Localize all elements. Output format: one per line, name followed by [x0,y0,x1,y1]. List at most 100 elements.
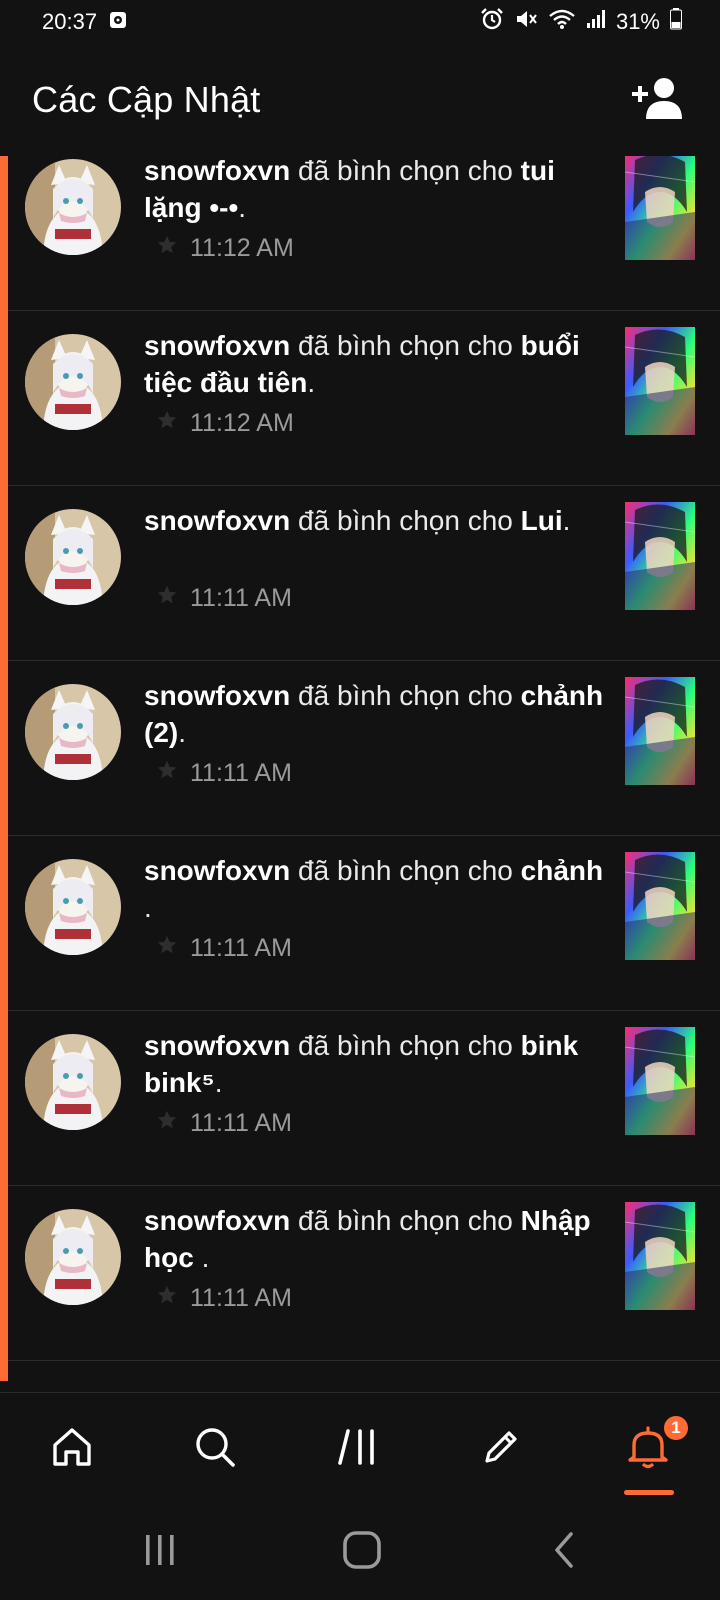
feed-item[interactable]: snowfoxvn đã bình chọn cho bink bink⁵. 1… [8,1011,720,1186]
feed-item-action: đã bình chọn cho [298,855,513,886]
feed-item[interactable]: snowfoxvn đã bình chọn cho chảnh (2). 11… [8,661,720,836]
feed-item-meta: 11:11 AM [156,584,292,613]
avatar[interactable] [25,1209,121,1305]
add-user-icon [630,76,686,125]
page-title: Các Cập Nhật [32,79,261,120]
feed-item-user[interactable]: snowfoxvn [144,680,290,711]
feed-item-time: 11:11 AM [190,1109,292,1137]
mute-icon [514,8,538,36]
feed-list: snowfoxvn đã bình chọn cho tui lặng •-•.… [8,156,720,1361]
story-cover-thumbnail[interactable] [625,327,695,435]
star-icon [156,584,178,613]
feed-item-user[interactable]: snowfoxvn [144,330,290,361]
feed-item-target[interactable]: chảnh [521,855,603,886]
recents-button[interactable] [100,1504,220,1600]
back-icon [549,1530,579,1575]
avatar[interactable] [25,859,121,955]
app-header: Các Cập Nhật [0,44,720,156]
feed-item-target[interactable]: Lui [521,505,563,536]
feed-item[interactable]: snowfoxvn đã bình chọn cho chảnh . 11:11… [8,836,720,1011]
battery-icon [670,8,682,36]
star-icon [156,234,178,263]
home-circle-icon [342,1530,382,1575]
feed-item-meta: 11:11 AM [156,759,292,788]
system-nav-bar [0,1504,720,1600]
feed-item-meta: 11:11 AM [156,934,292,963]
story-cover-thumbnail[interactable] [625,1202,695,1310]
nav-library-button[interactable] [298,1393,418,1505]
status-bar: 20:37 31% [0,0,720,44]
feed-item-text: snowfoxvn đã bình chọn cho buổi tiệc đầu… [144,330,580,398]
library-icon [336,1425,380,1474]
feed-item-user[interactable]: snowfoxvn [144,505,290,536]
wifi-icon [548,8,576,36]
star-icon [156,1109,178,1138]
feed-item-text: snowfoxvn đã bình chọn cho Nhập học . [144,1205,591,1273]
feed-item-time: 11:12 AM [190,234,294,262]
pencil-icon [479,1425,523,1474]
battery-percent: 31% [615,9,660,34]
avatar[interactable] [25,1034,121,1130]
nav-home-button[interactable] [12,1393,132,1505]
avatar[interactable] [25,509,121,605]
feed-item-user[interactable]: snowfoxvn [144,156,290,186]
accent-bar [0,156,8,1381]
feed-item[interactable]: snowfoxvn đã bình chọn cho buổi tiệc đầu… [8,311,720,486]
feed-item-meta: 11:11 AM [156,1284,292,1313]
signal-icon [586,9,606,35]
story-cover-thumbnail[interactable] [625,502,695,610]
avatar[interactable] [25,334,121,430]
feed-item-time: 11:11 AM [190,759,292,787]
feed-item-text: snowfoxvn đã bình chọn cho chảnh (2). [144,680,604,748]
feed-item-user[interactable]: snowfoxvn [144,1205,290,1236]
story-cover-thumbnail[interactable] [625,852,695,960]
feed-item-action: đã bình chọn cho [298,505,513,536]
notification-feed[interactable]: snowfoxvn đã bình chọn cho tui lặng •-•.… [0,156,720,1392]
star-icon [156,1284,178,1313]
screen-recorder-icon [109,9,127,35]
nav-write-button[interactable] [441,1393,561,1505]
feed-item-meta: 11:12 AM [156,409,294,438]
status-time: 20:37 [42,9,98,34]
avatar[interactable] [25,159,121,255]
nav-search-button[interactable] [155,1393,275,1505]
star-icon [156,409,178,438]
active-tab-indicator [624,1490,674,1495]
avatar[interactable] [25,684,121,780]
feed-item-action: đã bình chọn cho [298,1030,513,1061]
system-home-button[interactable] [302,1504,422,1600]
feed-item-text: snowfoxvn đã bình chọn cho tui lặng •-•. [144,156,555,223]
feed-item-user[interactable]: snowfoxvn [144,855,290,886]
recents-icon [143,1533,177,1572]
feed-item-action: đã bình chọn cho [298,330,513,361]
back-button[interactable] [504,1504,624,1600]
feed-item-action: đã bình chọn cho [298,156,513,186]
feed-item-time: 11:12 AM [190,409,294,437]
feed-item[interactable]: snowfoxvn đã bình chọn cho tui lặng •-•.… [8,156,720,311]
feed-item-user[interactable]: snowfoxvn [144,1030,290,1061]
story-cover-thumbnail[interactable] [625,1027,695,1135]
alarm-icon [480,8,504,36]
feed-item-text: snowfoxvn đã bình chọn cho chảnh . [144,855,604,923]
feed-item-meta: 11:11 AM [156,1109,292,1138]
feed-item-time: 11:11 AM [190,1284,292,1312]
feed-item-time: 11:11 AM [190,584,292,612]
add-user-button[interactable] [630,72,686,128]
feed-item[interactable]: snowfoxvn đã bình chọn cho Lui. 11:11 AM [8,486,720,661]
star-icon [156,759,178,788]
notification-badge: 1 [662,1414,690,1442]
story-cover-thumbnail[interactable] [625,677,695,785]
feed-item-text: snowfoxvn đã bình chọn cho Lui. [144,505,571,536]
star-icon [156,934,178,963]
story-cover-thumbnail[interactable] [625,156,695,260]
feed-item-text: snowfoxvn đã bình chọn cho bink bink⁵. [144,1030,579,1098]
bottom-nav [0,1392,720,1504]
feed-item-time: 11:11 AM [190,934,292,962]
nav-notifications-button[interactable] [588,1393,708,1505]
feed-item-action: đã bình chọn cho [298,1205,513,1236]
feed-item-meta: 11:12 AM [156,234,294,263]
search-icon [193,1425,237,1474]
feed-item[interactable]: snowfoxvn đã bình chọn cho Nhập học . 11… [8,1186,720,1361]
feed-item-action: đã bình chọn cho [298,680,513,711]
home-icon [50,1425,94,1474]
